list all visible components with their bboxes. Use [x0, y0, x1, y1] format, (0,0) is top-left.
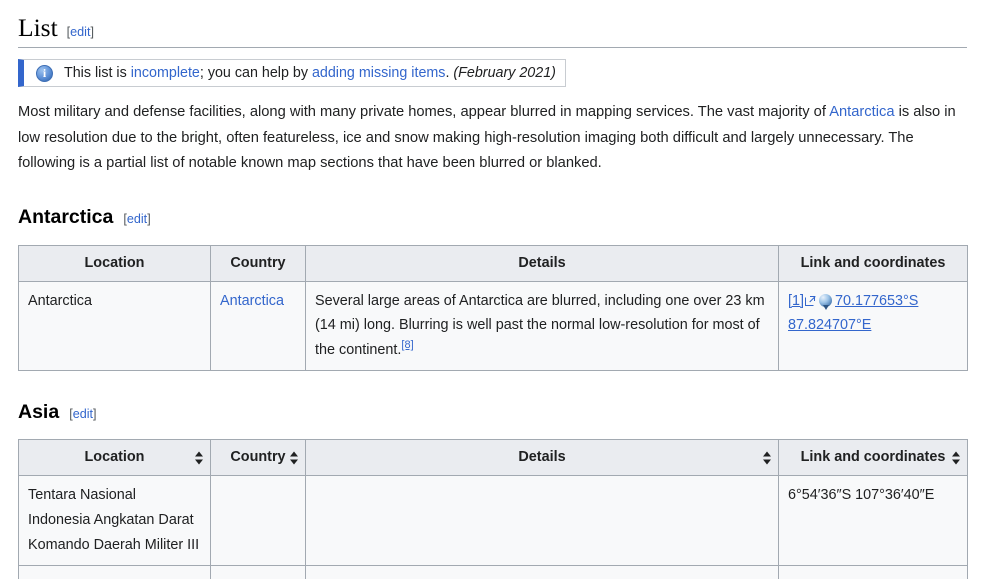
info-icon: i — [36, 64, 53, 82]
column-header-location-label: Location — [84, 449, 145, 466]
asia-table: Location Country Details Link and coordi… — [18, 439, 968, 579]
article-content: List [edit] i This list is incomplete; y… — [0, 0, 985, 579]
table-header-row: Location Country Details Link and coordi… — [18, 244, 968, 282]
column-header-location[interactable]: Location — [18, 439, 211, 477]
cell-link-coordinates: [1] 70.177653°S 87.824707°E — [778, 280, 968, 371]
edit-section-asia: [edit] — [69, 404, 96, 424]
edit-section-antarctica: [edit] — [123, 209, 150, 229]
notice-link-adding-missing-items[interactable]: adding missing items — [312, 65, 446, 81]
notice-date: (February 2021) — [453, 64, 556, 81]
edit-section-list: [edit] — [67, 22, 94, 42]
bracket-close: ] — [90, 25, 94, 39]
column-header-link-coordinates-label: Link and coordinates — [800, 449, 946, 466]
cell-location: Tentara Nasional Indonesia Angkatan Dara… — [18, 475, 211, 566]
reference-link-8[interactable]: [8] — [401, 339, 413, 351]
column-header-country-label: Country — [230, 449, 286, 466]
country-link-antarctica[interactable]: Antarctica — [220, 293, 284, 309]
section-heading-list: List [edit] — [18, 0, 967, 49]
antarctica-table: Location Country Details Link and coordi… — [18, 244, 968, 371]
edit-link-asia[interactable]: edit — [73, 407, 93, 421]
notice-text-part2: ; you can help by — [199, 64, 312, 81]
edit-link-list[interactable]: edit — [70, 25, 90, 39]
cell-country — [210, 475, 306, 566]
bracket-close: ] — [93, 406, 97, 421]
cell-details — [305, 564, 779, 579]
globe-icon — [819, 293, 832, 310]
column-header-details-label: Details — [518, 449, 566, 466]
details-text: Several large areas of Antarctica are bl… — [315, 292, 765, 359]
cell-location: Antarctica — [18, 280, 211, 371]
column-header-country[interactable]: Country — [210, 439, 306, 477]
incomplete-list-notice: i This list is incomplete; you can help … — [18, 59, 566, 88]
notice-text: This list is incomplete; you can help by… — [64, 62, 556, 85]
intro-paragraph: Most military and defense facilities, al… — [18, 100, 965, 176]
asia-heading: Asia — [18, 400, 60, 423]
column-header-link-coordinates[interactable]: Link and coordinates — [778, 439, 968, 477]
sort-arrow-icon[interactable] — [195, 451, 204, 465]
coordinate-longitude: 87.824707°E — [788, 317, 872, 334]
cell-details: Several large areas of Antarctica are bl… — [305, 280, 779, 371]
sort-arrow-icon[interactable] — [952, 451, 961, 465]
page-title: List — [18, 13, 58, 42]
sort-arrow-icon[interactable] — [763, 451, 772, 465]
antarctica-heading: Antarctica — [18, 206, 114, 229]
section-heading-asia: Asia [edit] — [18, 397, 967, 429]
notice-link-incomplete[interactable]: incomplete — [131, 65, 200, 81]
cell-details — [305, 475, 779, 566]
cell-link-coordinates: 6°54′36″S 107°36′40″E — [778, 475, 968, 566]
intro-link-antarctica[interactable]: Antarctica — [829, 104, 894, 120]
column-header-details: Details — [305, 244, 779, 282]
column-header-location: Location — [18, 244, 211, 282]
cell-country: Antarctica — [210, 280, 306, 371]
bracket-close: ] — [147, 212, 151, 227]
section-heading-antarctica: Antarctica [edit] — [18, 202, 967, 234]
column-header-country: Country — [210, 244, 306, 282]
intro-part1: Most military and defense facilities, al… — [18, 104, 830, 121]
cell-location — [18, 564, 211, 579]
column-header-details[interactable]: Details — [305, 439, 779, 477]
table-row: Antarctica Antarctica Several large area… — [18, 280, 968, 371]
table-header-row: Location Country Details Link and coordi… — [18, 439, 968, 477]
edit-link-antarctica[interactable]: edit — [127, 212, 147, 226]
table-row — [18, 564, 968, 579]
sort-arrow-icon[interactable] — [290, 451, 299, 465]
notice-text-part1: This list is — [64, 64, 131, 81]
table-row: Tentara Nasional Indonesia Angkatan Dara… — [18, 475, 968, 566]
cell-country — [210, 564, 306, 579]
coordinate-latitude: 70.177653°S — [835, 292, 919, 309]
column-header-link-coordinates: Link and coordinates — [778, 244, 968, 282]
external-reference-link[interactable]: [1] — [788, 293, 804, 309]
external-link-icon — [805, 295, 815, 306]
cell-link-coordinates — [778, 564, 968, 579]
